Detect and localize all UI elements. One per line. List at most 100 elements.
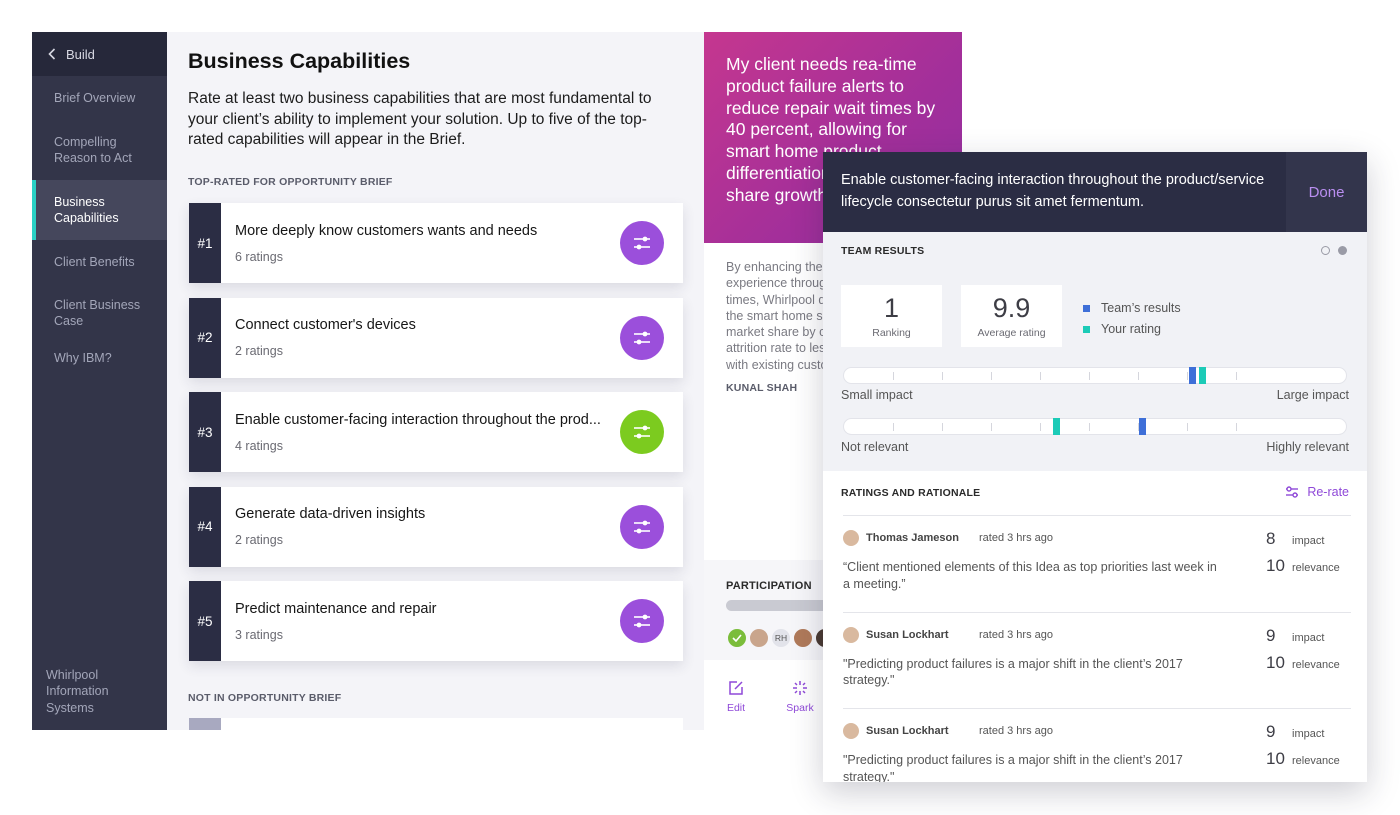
sliders-icon xyxy=(1286,486,1299,498)
check-avatar-icon xyxy=(726,627,748,649)
impact-min-label: Small impact xyxy=(841,388,913,402)
sidebar-item-compelling-reason[interactable]: Compelling Reason to Act xyxy=(32,120,167,180)
rate-button[interactable] xyxy=(620,504,664,549)
capability-ratings-count: 2 ratings xyxy=(235,344,283,358)
rated-time: rated 3 hrs ago xyxy=(979,628,1053,641)
rate-button[interactable] xyxy=(620,221,664,265)
rank-badge: #5 xyxy=(189,581,221,661)
chevron-left-icon xyxy=(48,48,56,60)
impact-score: 8 xyxy=(1266,529,1276,548)
legend-swatch xyxy=(1083,325,1090,333)
pager-dot[interactable] xyxy=(1321,246,1330,255)
rank-badge: #4 xyxy=(189,486,221,567)
sliders-icon xyxy=(634,236,650,250)
scale-tick xyxy=(1187,372,1188,380)
capability-name: Predict maintenance and repair xyxy=(235,600,437,617)
relevance-slider[interactable] xyxy=(843,418,1347,435)
rate-button[interactable] xyxy=(620,599,664,643)
pager-dot-active[interactable] xyxy=(1338,246,1347,255)
your-rating-marker xyxy=(1199,367,1206,384)
not-in-brief-label: NOT IN OPPORTUNITY BRIEF xyxy=(188,692,342,704)
participant-avatars: RH xyxy=(726,627,836,649)
spark-label: Spark xyxy=(786,702,814,714)
impact-unit: impact xyxy=(1292,535,1325,547)
legend-swatch xyxy=(1083,304,1090,312)
rate-button[interactable] xyxy=(620,315,664,360)
sliders-icon xyxy=(634,614,650,628)
relevance-unit: relevance xyxy=(1292,562,1340,574)
capability-card[interactable]: #2 Connect customer's devices 2 ratings xyxy=(189,297,683,378)
popover-header: Enable customer-facing interaction throu… xyxy=(823,152,1367,232)
rank-badge: #3 xyxy=(189,392,221,472)
scale-tick xyxy=(1089,423,1090,431)
sidebar-item-brief-overview[interactable]: Brief Overview xyxy=(32,76,167,120)
avatar: RH xyxy=(770,627,792,649)
impact-unit: impact xyxy=(1292,631,1325,644)
sidebar-item-client-business-case[interactable]: Client Business Case xyxy=(32,283,167,343)
capability-ratings-count: 4 ratings xyxy=(235,438,283,453)
relevance-score: 10 xyxy=(1266,556,1285,575)
capability-name: Generate data-driven insights xyxy=(235,506,426,522)
rating-comment: "Predicting product failures is a major … xyxy=(843,656,1183,688)
legend-label: Team’s results xyxy=(1101,301,1181,315)
capability-card[interactable] xyxy=(189,718,683,730)
back-button[interactable]: Build xyxy=(32,32,167,76)
scale-tick xyxy=(942,423,943,431)
relevance-score: 10 xyxy=(1266,749,1285,768)
page-description: Rate at least two business capabilities … xyxy=(188,90,652,148)
brief-body-line: with existing custo xyxy=(726,357,828,372)
capability-info: More deeply know customers wants and nee… xyxy=(221,223,620,264)
avatar xyxy=(748,627,770,649)
impact-max-label: Large impact xyxy=(1276,388,1349,402)
rate-button[interactable] xyxy=(620,410,664,454)
team-results-section: TEAM RESULTS 1 Ranking 9.9 Average ratin… xyxy=(823,232,1367,471)
sliders-icon xyxy=(634,425,650,439)
sidebar-item-label: Compelling Reason to Act xyxy=(54,135,132,165)
back-label: Build xyxy=(66,46,95,62)
rank-badge: #1 xyxy=(189,203,221,283)
page-title: Business Capabilities xyxy=(188,49,411,73)
rank-badge xyxy=(189,718,221,730)
capability-info: Generate data-driven insights 2 ratings xyxy=(221,506,620,547)
sidebar-item-label: Client Business Case xyxy=(54,298,141,328)
brief-author: KUNAL SHAH xyxy=(726,382,798,394)
capability-card[interactable]: #4 Generate data-driven insights 2 ratings xyxy=(189,486,683,567)
sliders-icon xyxy=(634,520,650,533)
sidebar-item-business-capabilities[interactable]: Business Capabilities xyxy=(32,180,167,240)
sidebar-item-label: Why IBM? xyxy=(54,351,112,365)
impact-score: 9 xyxy=(1266,722,1276,741)
scale-tick xyxy=(991,372,992,380)
legend-team: Team’s results xyxy=(1083,301,1181,315)
capability-ratings-count: 2 ratings xyxy=(235,533,283,547)
ranking-label: Ranking xyxy=(872,327,911,339)
rater-name: Susan Lockhart xyxy=(866,628,949,641)
rating-row: Susan Lockhart rated 3 hrs ago "Predicting… xyxy=(843,611,1351,708)
rerate-button[interactable]: Re-rate xyxy=(1285,485,1349,499)
capability-name: Connect customer's devices xyxy=(235,317,416,333)
capability-info: Enable customer-facing interaction throu… xyxy=(221,412,620,453)
capability-card[interactable]: #5 Predict maintenance and repair 3 rating… xyxy=(189,581,683,661)
main-panel: Business Capabilities Rate at least two … xyxy=(167,32,704,730)
sidebar-item-client-benefits[interactable]: Client Benefits xyxy=(32,240,167,283)
avatar xyxy=(792,627,814,649)
sidebar-item-why-ibm[interactable]: Why IBM? xyxy=(32,343,167,373)
capability-detail-popover: Enable customer-facing interaction throu… xyxy=(823,152,1367,782)
brief-body-line: By enhancing the xyxy=(726,260,823,274)
sliders-icon xyxy=(634,331,650,344)
impact-slider[interactable] xyxy=(843,367,1347,384)
capability-info: Connect customer's devices 2 ratings xyxy=(221,317,620,358)
capability-card[interactable]: #3 Enable customer-facing interaction thr… xyxy=(189,392,683,472)
done-button[interactable]: Done xyxy=(1286,152,1367,232)
capability-card[interactable]: #1 More deeply know customers wants and n… xyxy=(189,203,683,283)
capability-name: More deeply know customers wants and nee… xyxy=(235,222,538,239)
edit-button[interactable]: Edit xyxy=(716,680,756,714)
rated-time: rated 3 hrs ago xyxy=(979,532,1053,544)
sidebar-item-label: Brief Overview xyxy=(54,91,136,105)
spark-button[interactable]: Spark xyxy=(780,680,820,714)
scale-tick xyxy=(991,423,992,431)
brief-body-line: times, Whirlpool d xyxy=(726,292,826,307)
capability-info: Predict maintenance and repair 3 ratings xyxy=(221,601,620,642)
relevance-min-label: Not relevant xyxy=(841,440,909,454)
scale-tick xyxy=(942,372,943,380)
sidebar-item-label: Client Benefits xyxy=(54,254,135,269)
